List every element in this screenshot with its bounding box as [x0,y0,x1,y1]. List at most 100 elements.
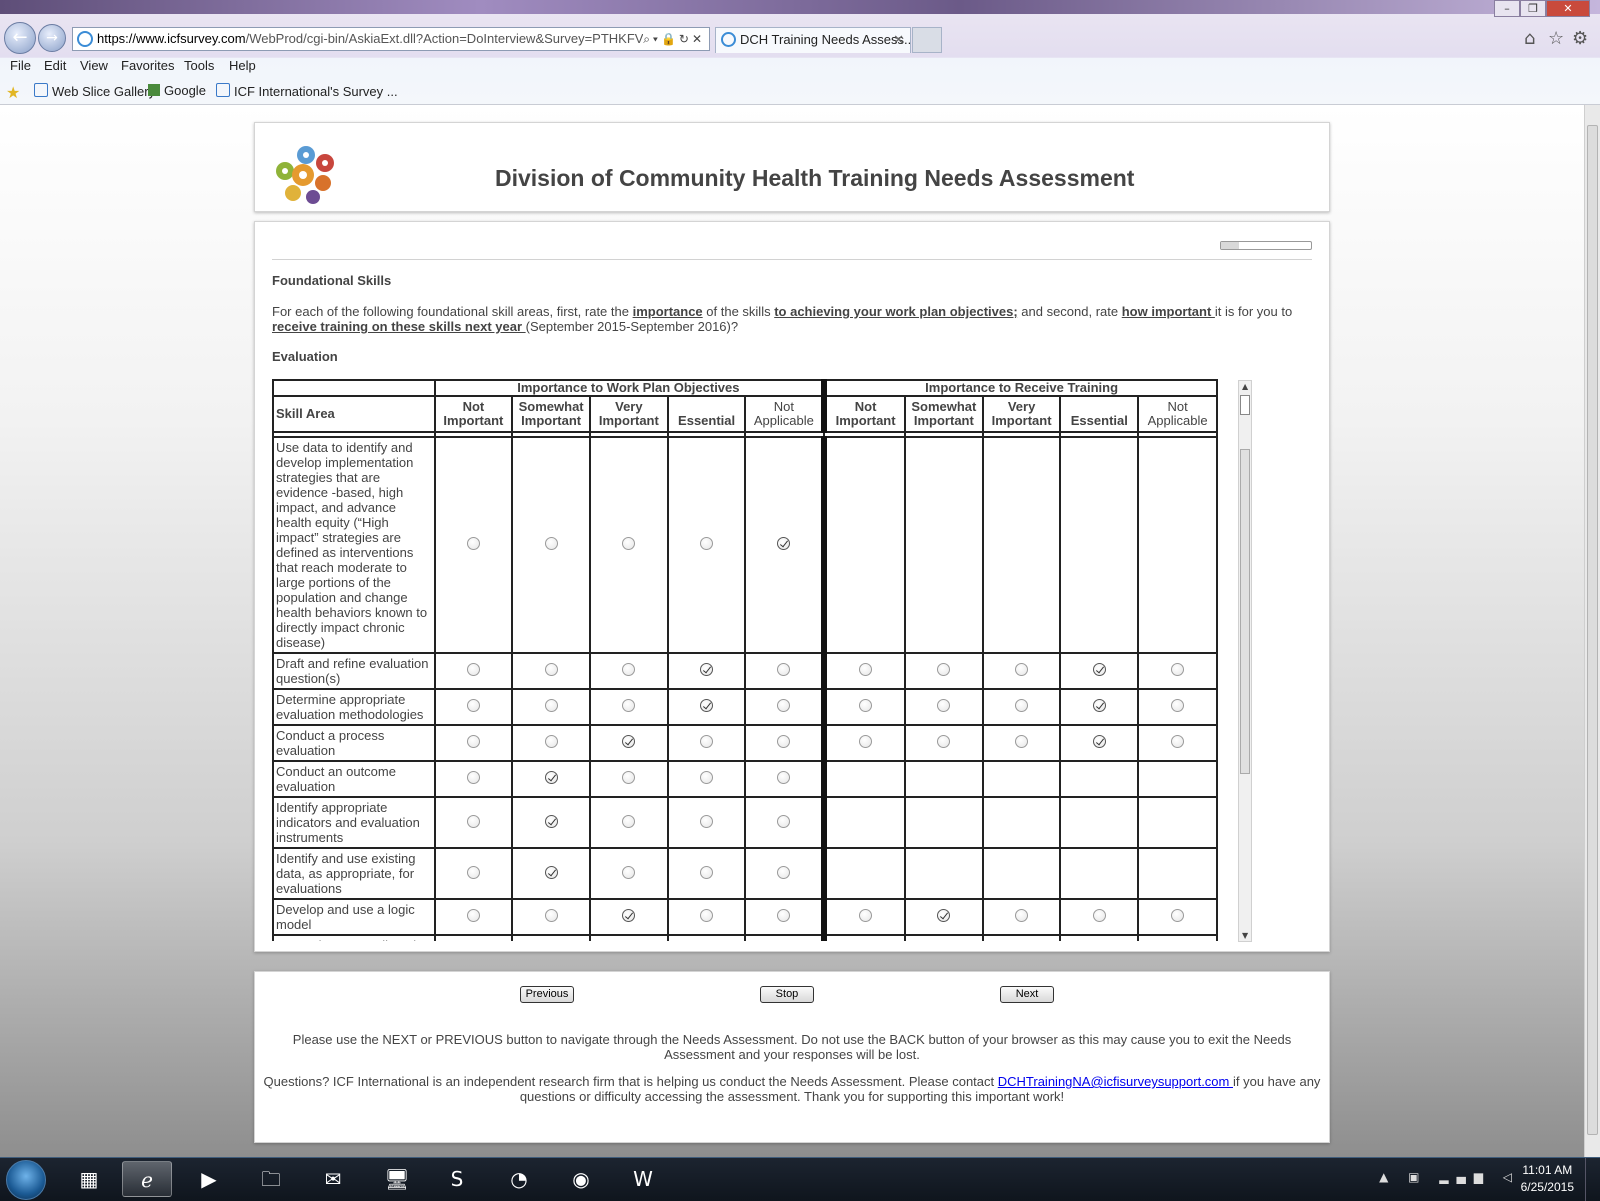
home-icon[interactable]: ⌂ [1524,28,1535,49]
menu-help[interactable]: Help [229,58,256,73]
gear-icon[interactable]: ⚙ [1572,28,1588,49]
training-radio-selected[interactable] [1092,663,1106,676]
media-player-icon[interactable]: ▶ [184,1161,234,1197]
training-radio-unselected[interactable] [1171,909,1185,922]
system-tray-icons[interactable]: ▲ ▣ ▂▄▆ ◁ [1379,1170,1520,1184]
favorites-star-icon[interactable]: ☆ [1548,28,1564,49]
work-plan-radio-unselected[interactable] [700,537,714,550]
clock[interactable]: 11:01 AM 6/25/2015 [1521,1162,1574,1196]
work-plan-radio-unselected[interactable] [700,814,714,828]
training-radio-selected[interactable] [937,909,951,922]
training-radio-unselected[interactable] [1015,735,1029,748]
training-radio-unselected[interactable] [937,663,951,676]
file-explorer-icon[interactable]: 🗀 [246,1161,296,1197]
training-radio-unselected[interactable] [859,735,873,748]
work-plan-radio-unselected[interactable] [700,865,714,879]
grid-scrollbar[interactable]: ▲ ▼ [1238,380,1252,942]
training-radio-unselected[interactable] [859,909,873,922]
menu-view[interactable]: View [80,58,108,73]
training-radio-unselected[interactable] [1015,699,1029,712]
work-plan-radio-unselected[interactable] [622,865,636,879]
work-plan-radio-unselected[interactable] [777,909,791,922]
restore-button[interactable]: ❐ [1520,0,1546,17]
minimize-button[interactable]: – [1494,0,1520,17]
work-plan-radio-unselected[interactable] [466,537,480,550]
work-plan-radio-unselected[interactable] [622,537,636,550]
internet-explorer-icon[interactable]: ℯ [122,1161,172,1197]
work-plan-radio-unselected[interactable] [466,771,480,784]
work-plan-radio-unselected[interactable] [777,735,791,748]
work-plan-radio-selected[interactable] [622,909,636,922]
work-plan-radio-unselected[interactable] [777,699,791,712]
rating-grid-container[interactable]: Importance to Work Plan Objectives Impor… [272,379,1218,941]
scroll-thumb[interactable] [1240,449,1250,774]
work-plan-radio-unselected[interactable] [466,814,480,828]
chrome-icon[interactable]: ◉ [556,1161,606,1197]
remote-desktop-icon[interactable]: 🖥 [372,1161,422,1197]
work-plan-radio-unselected[interactable] [622,814,636,828]
work-plan-radio-unselected[interactable] [777,771,791,784]
work-plan-radio-unselected[interactable] [466,909,480,922]
word-icon[interactable]: W [618,1161,668,1197]
work-plan-radio-selected[interactable] [544,865,558,879]
start-button[interactable] [6,1160,46,1200]
page-scroll-thumb[interactable] [1587,125,1598,1135]
training-radio-unselected[interactable] [1171,699,1185,712]
work-plan-radio-unselected[interactable] [544,699,558,712]
work-plan-radio-selected[interactable] [544,814,558,828]
tab-close-icon[interactable]: ✕ [893,28,904,52]
work-plan-radio-selected[interactable] [777,537,791,550]
training-radio-unselected[interactable] [1015,909,1029,922]
fav-web-slice-gallery[interactable]: Web Slice Gallery [34,83,155,99]
show-desktop-button[interactable] [1585,1158,1600,1201]
tab-dch-training[interactable]: DCH Training Needs Assess... ✕ [715,27,911,53]
previous-button[interactable]: Previous [520,986,574,1003]
work-plan-radio-unselected[interactable] [700,909,714,922]
training-radio-selected[interactable] [1092,699,1106,712]
menu-file[interactable]: File [10,58,31,73]
work-plan-radio-unselected[interactable] [544,663,558,676]
work-plan-radio-unselected[interactable] [466,699,480,712]
skype-icon[interactable]: S [432,1161,482,1197]
favorites-icon[interactable]: ★ [6,83,20,103]
close-window-button[interactable]: ✕ [1546,0,1590,17]
fav-icf-survey[interactable]: ICF International's Survey ... [216,83,398,99]
work-plan-radio-unselected[interactable] [466,865,480,879]
training-radio-unselected[interactable] [1092,909,1106,922]
scroll-up-icon[interactable]: ▲ [1242,382,1248,391]
work-plan-radio-unselected[interactable] [544,735,558,748]
work-plan-radio-unselected[interactable] [622,663,636,676]
training-radio-unselected[interactable] [1171,663,1185,676]
training-radio-unselected[interactable] [937,735,951,748]
work-plan-radio-unselected[interactable] [777,663,791,676]
menu-tools[interactable]: Tools [184,58,214,73]
work-plan-radio-selected[interactable] [700,699,714,712]
work-plan-radio-selected[interactable] [544,771,558,784]
outlook-icon[interactable]: ✉ [308,1161,358,1197]
menu-favorites[interactable]: Favorites [121,58,174,73]
back-button[interactable]: ← [4,22,36,54]
work-plan-radio-selected[interactable] [622,735,636,748]
training-radio-unselected[interactable] [937,699,951,712]
work-plan-radio-unselected[interactable] [622,771,636,784]
work-plan-radio-unselected[interactable] [700,771,714,784]
work-plan-radio-unselected[interactable] [544,909,558,922]
stop-button[interactable]: Stop [760,986,814,1003]
address-bar[interactable]: https://www.icfsurvey.com/WebProd/cgi-bi… [72,27,710,51]
explorer-libraries-icon[interactable]: ▦ [64,1161,114,1197]
fav-google[interactable]: Google [148,83,206,98]
training-radio-unselected[interactable] [859,699,873,712]
work-plan-radio-unselected[interactable] [777,865,791,879]
work-plan-radio-unselected[interactable] [777,814,791,828]
training-radio-unselected[interactable] [1171,735,1185,748]
forward-button[interactable]: → [38,24,66,52]
work-plan-radio-unselected[interactable] [700,735,714,748]
sync-app-icon[interactable]: ◔ [494,1161,544,1197]
menu-edit[interactable]: Edit [44,58,66,73]
training-radio-selected[interactable] [1092,735,1106,748]
scroll-down-icon[interactable]: ▼ [1242,931,1248,940]
address-tools-icons[interactable]: ⌕▾🔒↻✕ [643,28,705,50]
new-tab-button[interactable] [912,27,942,53]
next-button[interactable]: Next [1000,986,1054,1003]
work-plan-radio-selected[interactable] [700,663,714,676]
